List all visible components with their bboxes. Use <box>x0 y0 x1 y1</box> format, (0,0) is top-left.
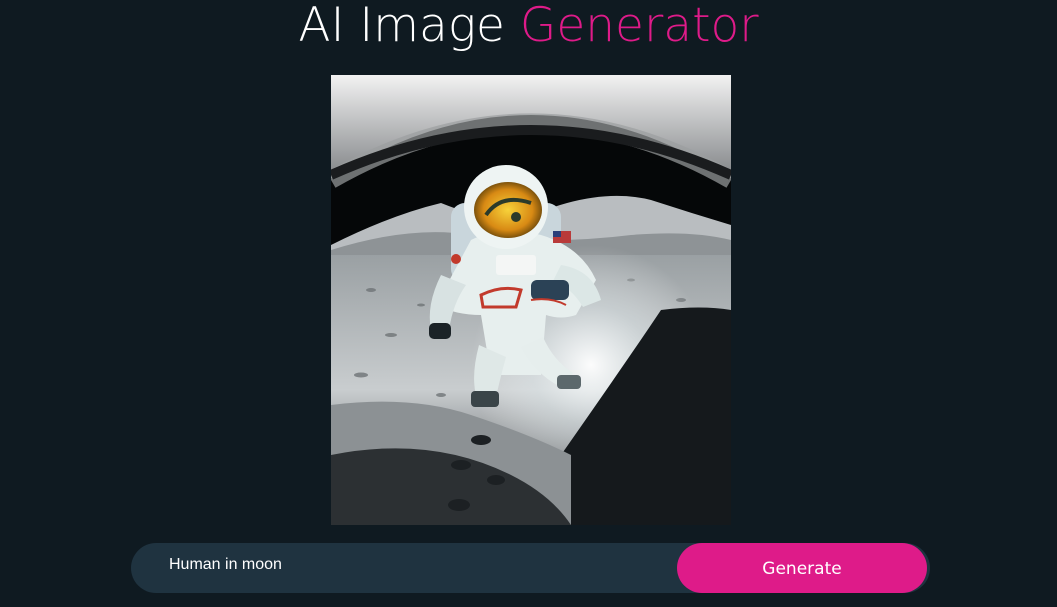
generate-button[interactable]: Generate <box>677 543 927 593</box>
page-title: AI Image Generator <box>0 0 1057 56</box>
prompt-bar: Generate <box>131 543 930 593</box>
title-main: AI Image <box>298 0 505 53</box>
app-container: AI Image Generator Human in moon Generat… <box>0 0 1057 607</box>
generated-image <box>331 75 731 525</box>
title-accent: Generator <box>519 0 759 53</box>
prompt-input[interactable] <box>169 543 669 590</box>
